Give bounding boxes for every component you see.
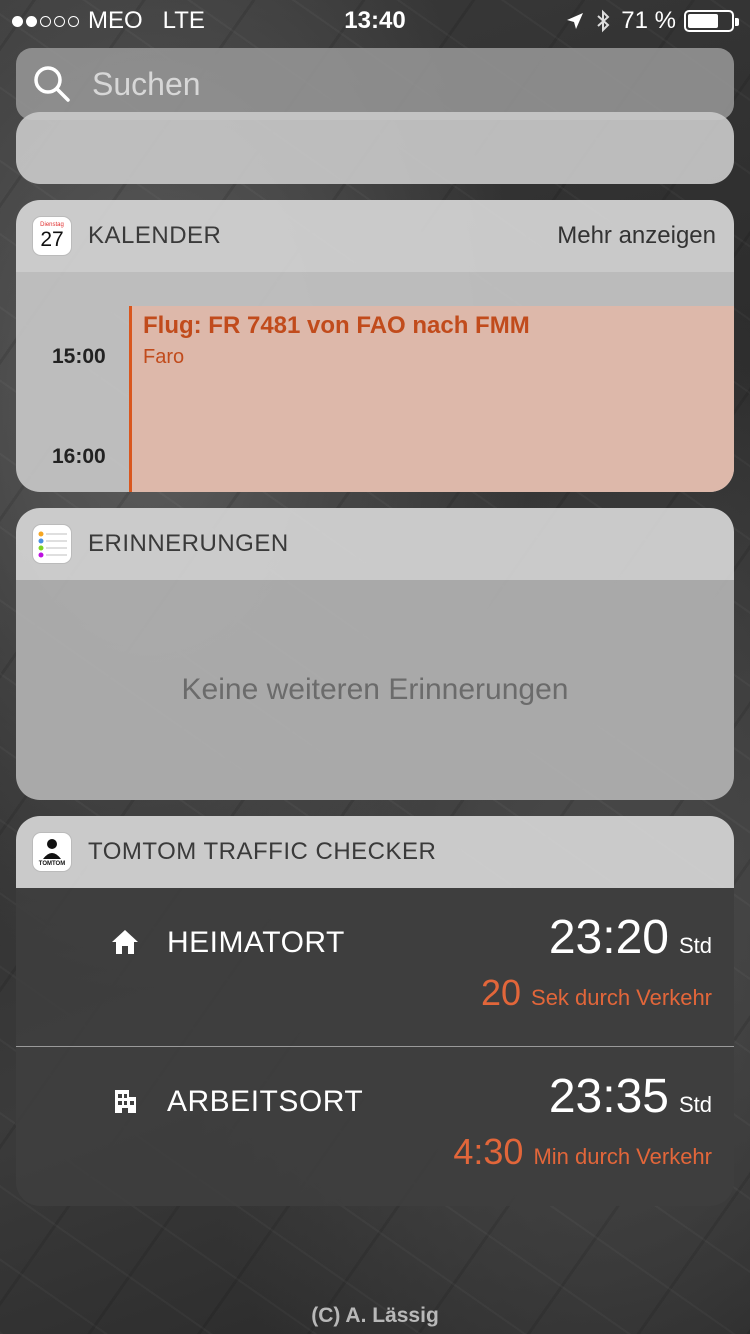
search-icon <box>34 66 70 102</box>
show-more-button[interactable]: Mehr anzeigen <box>557 222 716 250</box>
route-name: ARBEITSORT <box>167 1085 364 1118</box>
reminders-header[interactable]: ERINNERUNGEN <box>16 508 734 580</box>
status-right: 71 % <box>565 7 739 35</box>
calendar-event-location: Faro <box>143 346 185 368</box>
status-bar: MEO LTE 13:40 71 % <box>0 0 750 40</box>
reminders-empty-text: Keine weiteren Erinnerungen <box>181 673 569 706</box>
search-input[interactable]: Suchen <box>92 66 201 103</box>
route-delay-value: 20 <box>480 972 522 1013</box>
location-arrow-icon <box>567 13 584 29</box>
search-bar[interactable]: Suchen <box>16 48 734 120</box>
calendar-app-icon: Dienstag 27 <box>32 216 72 256</box>
route-row-work[interactable]: ARBEITSORT 23:35 Std 4:30 Min durch Verkeh… <box>16 1046 734 1204</box>
reminders-body: Keine weiteren Erinnerungen <box>16 580 734 800</box>
bluetooth-icon <box>597 9 610 33</box>
watermark: (C) A. Lässig <box>311 1304 439 1327</box>
calendar-icon-day-number: 27 <box>40 228 64 251</box>
tomtom-app-icon: TOMTOM <box>32 832 72 872</box>
route-time-unit: Std <box>678 1092 712 1117</box>
calendar-title: KALENDER <box>88 222 222 249</box>
route-row-home[interactable]: HEIMATORT 23:20 Std 20 Sek durch Verkehr <box>16 888 734 1046</box>
calendar-event[interactable]: Flug: FR 7481 von FAO nach FMM Faro <box>129 306 734 492</box>
home-icon <box>112 930 138 954</box>
partial-widget <box>16 112 734 184</box>
calendar-time-label: 15:00 <box>52 345 106 368</box>
route-name: HEIMATORT <box>167 926 345 959</box>
battery-percent: 71 % <box>621 7 676 34</box>
reminders-title: ERINNERUNGEN <box>88 530 289 557</box>
reminders-list-icon <box>38 531 67 558</box>
route-time-value: 23:35 <box>548 1070 669 1123</box>
route-delay-text: Min durch Verkehr <box>533 1144 712 1169</box>
office-building-icon <box>115 1090 136 1113</box>
reminders-widget[interactable]: ERINNERUNGEN Keine weiteren Erinnerungen <box>16 508 734 800</box>
calendar-body: 15:00 16:00 Flug: FR 7481 von FAO nach F… <box>16 272 734 492</box>
tomtom-header[interactable]: TOMTOM TOMTOM TRAFFIC CHECKER <box>16 816 734 888</box>
route-time-value: 23:20 <box>548 911 669 964</box>
tomtom-body: HEIMATORT 23:20 Std 20 Sek durch Verkehr A… <box>16 888 734 1206</box>
route-time-unit: Std <box>678 933 712 958</box>
battery-icon <box>684 10 739 32</box>
tomtom-title: TOMTOM TRAFFIC CHECKER <box>88 838 437 865</box>
route-delay-value: 4:30 <box>453 1131 524 1172</box>
route-travel-time: 23:35 Std <box>549 1069 712 1124</box>
route-delay-text: Sek durch Verkehr <box>531 985 712 1010</box>
calendar-time-label: 16:00 <box>52 445 106 468</box>
tomtom-logo-text: TOMTOM <box>38 860 66 867</box>
route-delay: 4:30 Min durch Verkehr <box>453 1131 712 1173</box>
route-travel-time: 23:20 Std <box>549 910 712 965</box>
battery-fill <box>688 14 718 28</box>
battery-tip <box>735 18 739 26</box>
calendar-event-title: Flug: FR 7481 von FAO nach FMM <box>143 312 530 339</box>
reminders-app-icon <box>32 524 72 564</box>
calendar-header[interactable]: Dienstag 27 KALENDER Mehr anzeigen <box>16 200 734 272</box>
tomtom-widget[interactable]: TOMTOM TOMTOM TRAFFIC CHECKER HEIMATORT … <box>16 816 734 1206</box>
calendar-widget[interactable]: Dienstag 27 KALENDER Mehr anzeigen 15:00… <box>16 200 734 492</box>
route-delay: 20 Sek durch Verkehr <box>481 972 712 1014</box>
person-icon <box>43 838 61 859</box>
